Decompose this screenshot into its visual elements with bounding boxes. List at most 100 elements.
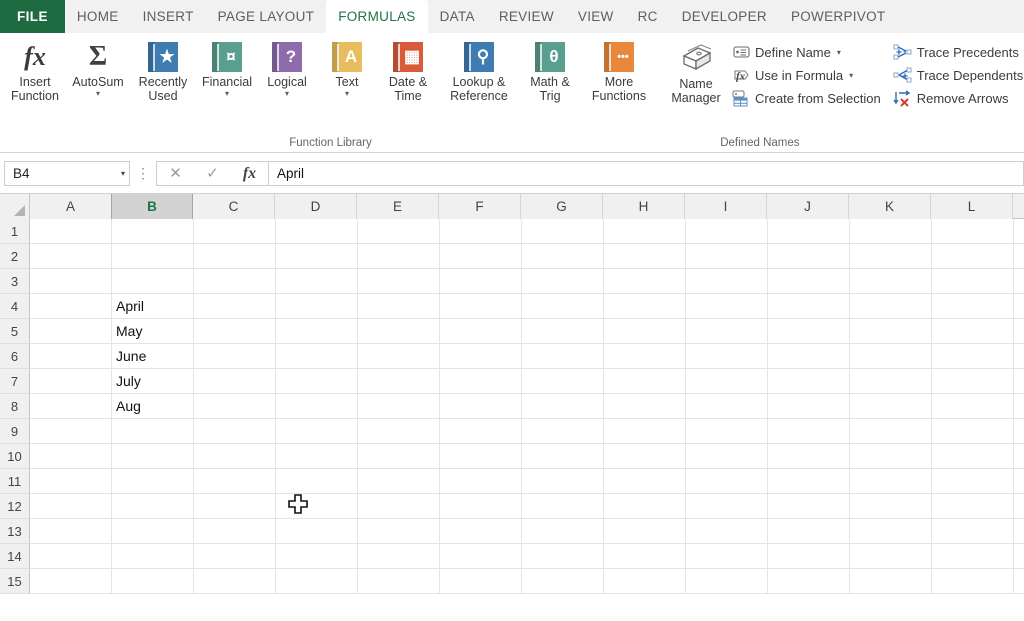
row-header-15[interactable]: 15 [0,569,30,594]
formula-input[interactable]: April [268,160,1024,186]
cell-l7[interactable] [932,369,1014,393]
cell-l13[interactable] [932,519,1014,543]
cell-g14[interactable] [522,544,604,568]
chevron-down-icon[interactable]: ▾ [96,90,100,98]
row-header-10[interactable]: 10 [0,444,30,469]
logical-button[interactable]: ? Logical ▾ [257,37,317,103]
cell-e2[interactable] [358,244,440,268]
cell-k1[interactable] [850,219,932,243]
cell-b3[interactable] [112,269,194,293]
math-trig-button[interactable]: θ Math & Trig [519,37,581,103]
column-header-g[interactable]: G [521,194,603,219]
cell-c11[interactable] [194,469,276,493]
trace-precedents-button[interactable]: Trace Precedents [891,41,1024,64]
define-name-button[interactable]: Define Name ▾ [729,41,885,64]
name-manager-button[interactable]: Name Manager [663,37,729,105]
cell-d5[interactable] [276,319,358,343]
cell-f11[interactable] [440,469,522,493]
cell-c1[interactable] [194,219,276,243]
cell-b14[interactable] [112,544,194,568]
cell-l2[interactable] [932,244,1014,268]
cell-c10[interactable] [194,444,276,468]
column-header-k[interactable]: K [849,194,931,219]
cell-f7[interactable] [440,369,522,393]
cell-k5[interactable] [850,319,932,343]
cell-h3[interactable] [604,269,686,293]
cell-e15[interactable] [358,569,440,593]
cell-j1[interactable] [768,219,850,243]
cell-a6[interactable] [30,344,112,368]
cell-b11[interactable] [112,469,194,493]
row-header-12[interactable]: 12 [0,494,30,519]
cell-b6[interactable]: June [112,344,194,368]
column-header-h[interactable]: H [603,194,685,219]
select-all-corner[interactable] [0,194,30,219]
cell-h4[interactable] [604,294,686,318]
row-header-3[interactable]: 3 [0,269,30,294]
cell-b4[interactable]: April [112,294,194,318]
cell-l14[interactable] [932,544,1014,568]
insert-function-button[interactable]: fx Insert Function [4,37,66,104]
cell-a5[interactable] [30,319,112,343]
cell-d1[interactable] [276,219,358,243]
cell-e11[interactable] [358,469,440,493]
cell-l15[interactable] [932,569,1014,593]
tab-data[interactable]: DATA [428,0,487,33]
cell-c13[interactable] [194,519,276,543]
cell-h6[interactable] [604,344,686,368]
cell-f13[interactable] [440,519,522,543]
cell-d13[interactable] [276,519,358,543]
row-header-11[interactable]: 11 [0,469,30,494]
cell-h9[interactable] [604,419,686,443]
cell-a7[interactable] [30,369,112,393]
cell-i1[interactable] [686,219,768,243]
chevron-down-icon[interactable]: ▾ [345,90,349,98]
cell-e3[interactable] [358,269,440,293]
row-header-13[interactable]: 13 [0,519,30,544]
column-header-f[interactable]: F [439,194,521,219]
cell-g1[interactable] [522,219,604,243]
cell-b2[interactable] [112,244,194,268]
formula-bar-options-icon[interactable]: ⋮ [130,166,156,180]
tab-powerpivot[interactable]: POWERPIVOT [779,0,898,33]
cell-b13[interactable] [112,519,194,543]
cell-a4[interactable] [30,294,112,318]
cell-e8[interactable] [358,394,440,418]
cell-j9[interactable] [768,419,850,443]
cell-f2[interactable] [440,244,522,268]
cell-a1[interactable] [30,219,112,243]
cell-j2[interactable] [768,244,850,268]
tab-insert[interactable]: INSERT [131,0,206,33]
cell-e5[interactable] [358,319,440,343]
chevron-down-icon[interactable]: ▾ [849,71,853,80]
remove-arrows-button[interactable]: Remove Arrows [891,87,1024,110]
cell-a14[interactable] [30,544,112,568]
cell-c7[interactable] [194,369,276,393]
cancel-icon[interactable]: ✕ [157,162,194,185]
cell-k11[interactable] [850,469,932,493]
tab-developer[interactable]: DEVELOPER [670,0,779,33]
cell-d14[interactable] [276,544,358,568]
column-header-i[interactable]: I [685,194,767,219]
trace-dependents-button[interactable]: Trace Dependents [891,64,1024,87]
cell-l4[interactable] [932,294,1014,318]
chevron-down-icon[interactable]: ▾ [285,90,289,98]
cell-i9[interactable] [686,419,768,443]
name-box[interactable]: B4 ▾ [4,160,130,186]
cell-l11[interactable] [932,469,1014,493]
cell-l6[interactable] [932,344,1014,368]
cell-f15[interactable] [440,569,522,593]
cell-h1[interactable] [604,219,686,243]
cell-f14[interactable] [440,544,522,568]
tab-view[interactable]: VIEW [566,0,626,33]
cell-k6[interactable] [850,344,932,368]
cell-g10[interactable] [522,444,604,468]
cell-c9[interactable] [194,419,276,443]
cell-l12[interactable] [932,494,1014,518]
cell-l3[interactable] [932,269,1014,293]
cell-b12[interactable] [112,494,194,518]
cell-e13[interactable] [358,519,440,543]
cell-d10[interactable] [276,444,358,468]
cell-a15[interactable] [30,569,112,593]
cell-h10[interactable] [604,444,686,468]
